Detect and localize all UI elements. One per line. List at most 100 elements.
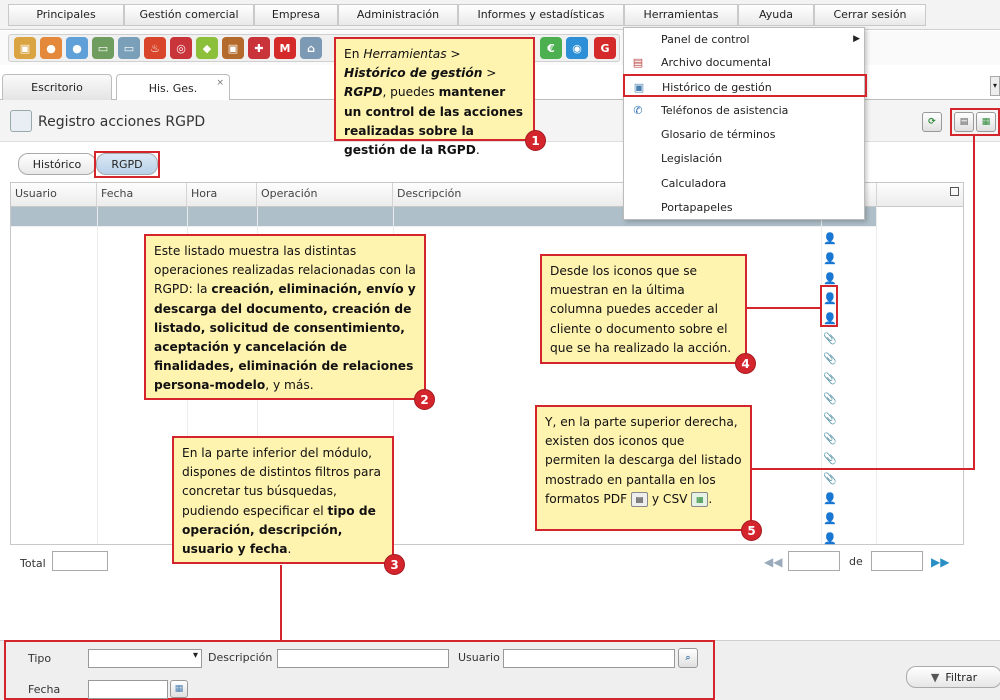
paperclip-icon[interactable]: 📎: [823, 413, 837, 425]
column-chooser-icon[interactable]: [950, 187, 959, 196]
connector-line-4: [745, 307, 821, 309]
connector-line-5: [750, 468, 974, 470]
note-text: creación, eliminación, envío y descarga …: [154, 282, 416, 393]
tab-label: His. Ges.: [148, 81, 198, 95]
person-icon[interactable]: 👤: [823, 533, 837, 545]
note-text: y CSV: [647, 491, 692, 506]
paperclip-icon[interactable]: 📎: [823, 473, 837, 485]
person-icon[interactable]: 👤: [823, 493, 837, 505]
menu-herramientas[interactable]: Herramientas: [624, 3, 738, 26]
descripcion-label: Descripción: [208, 651, 273, 664]
menu-item-panel-control[interactable]: Panel de control ▶: [624, 28, 866, 51]
chevron-down-icon: ▾: [192, 650, 198, 661]
last-page-icon[interactable]: ▶▶: [931, 555, 949, 569]
of-label: de: [849, 555, 863, 568]
column-hora[interactable]: Hora: [187, 183, 257, 207]
person-icon[interactable]: 👤: [823, 273, 837, 285]
close-icon[interactable]: ×: [216, 78, 224, 88]
chevron-down-icon[interactable]: ▾: [990, 76, 1000, 96]
menu-item-label: Legislación: [661, 152, 723, 165]
tag-icon[interactable]: ◆: [196, 37, 218, 59]
usuario-input[interactable]: [503, 649, 675, 668]
connector-line-5-vertical: [973, 134, 975, 470]
paperclip-icon[interactable]: 📎: [823, 373, 837, 385]
descripcion-input[interactable]: [277, 649, 449, 668]
paperclip-icon[interactable]: 📎: [823, 393, 837, 405]
connector-line-3: [280, 565, 282, 641]
paperclip-icon[interactable]: 📎: [823, 333, 837, 345]
menu-item-legislacion[interactable]: Legislación: [624, 147, 866, 170]
m-icon[interactable]: M: [274, 37, 296, 59]
menu-principales[interactable]: Principales: [8, 3, 124, 26]
column-fecha[interactable]: Fecha: [97, 183, 187, 207]
menu-item-label: Archivo documental: [661, 56, 771, 69]
menu-item-telefonos[interactable]: ✆ Teléfonos de asistencia: [624, 99, 866, 122]
person-icon[interactable]: 👤: [823, 253, 837, 265]
page-title: Registro acciones RGPD: [38, 114, 206, 130]
menu-item-portapapeles[interactable]: Portapapeles: [624, 196, 866, 219]
grid-divider: [97, 207, 98, 544]
column-usuario[interactable]: Usuario: [11, 183, 97, 207]
funnel-icon: ▼: [930, 670, 940, 684]
person-icon[interactable]: 👤: [823, 513, 837, 525]
filter-button-label: Filtrar: [945, 670, 978, 684]
annotation-5: Y, en la parte superior derecha, existen…: [535, 405, 752, 531]
menu-item-label: Calculadora: [661, 177, 727, 190]
menu-item-calculadora[interactable]: Calculadora: [624, 172, 866, 195]
first-page-icon[interactable]: ◀◀: [764, 555, 782, 569]
user-icon[interactable]: ●: [66, 37, 88, 59]
cube-icon[interactable]: ▣: [14, 37, 36, 59]
submenu-arrow-icon: ▶: [853, 34, 860, 44]
refresh-icon[interactable]: ⟳: [922, 112, 942, 132]
annotation-4: Desde los iconos que se muestran en la ú…: [540, 254, 747, 364]
euro-icon[interactable]: €: [540, 37, 562, 59]
note-text: , y más.: [265, 378, 314, 393]
menu-item-historico-gestion[interactable]: ▣ Histórico de gestión: [623, 74, 867, 97]
menu-cerrar-sesion[interactable]: Cerrar sesión: [814, 3, 926, 26]
filter-button[interactable]: ▼ Filtrar: [906, 666, 1000, 688]
tab-escritorio[interactable]: Escritorio: [2, 74, 112, 100]
menu-item-archivo-documental[interactable]: ▤ Archivo documental: [624, 51, 866, 74]
fire-icon[interactable]: ♨: [144, 37, 166, 59]
menu-item-label: Histórico de gestión: [662, 81, 772, 94]
people-icon[interactable]: ●: [40, 37, 62, 59]
house-icon[interactable]: ⌂: [300, 37, 322, 59]
target-icon[interactable]: ◎: [170, 37, 192, 59]
paperclip-icon[interactable]: 📎: [823, 353, 837, 365]
fecha-input[interactable]: [88, 680, 168, 699]
main-menu-bar: Principales Gestión comercial Empresa Ad…: [0, 0, 1000, 30]
step-badge-2: 2: [414, 389, 435, 410]
menu-informes[interactable]: Informes y estadísticas: [458, 3, 624, 26]
highlight-export-icons: [950, 108, 1000, 136]
person-icon[interactable]: 👤: [823, 233, 837, 245]
note-text: >: [482, 66, 497, 81]
subtab-historico[interactable]: Histórico: [18, 153, 96, 175]
menu-gestion-comercial[interactable]: Gestión comercial: [124, 3, 254, 26]
step-badge-5: 5: [741, 520, 762, 541]
gift-icon[interactable]: ✚: [248, 37, 270, 59]
briefcase-icon[interactable]: ▣: [222, 37, 244, 59]
column-operacion[interactable]: Operación: [257, 183, 393, 207]
page-field[interactable]: [788, 551, 840, 571]
tab-his-ges[interactable]: His. Ges. ×: [116, 74, 230, 101]
grid-divider: [876, 207, 877, 544]
page-count-field: [871, 551, 923, 571]
tipo-select[interactable]: ▾: [88, 649, 202, 668]
menu-administracion[interactable]: Administración: [338, 3, 458, 26]
card-icon[interactable]: ▭: [92, 37, 114, 59]
menu-item-glosario[interactable]: Glosario de términos: [624, 123, 866, 146]
paperclip-icon[interactable]: 📎: [823, 453, 837, 465]
annotation-3: En la parte inferior del módulo, dispone…: [172, 436, 394, 564]
note-text: , puedes: [382, 85, 439, 100]
screen-icon[interactable]: ▭: [118, 37, 140, 59]
calendar-icon[interactable]: ▦: [170, 680, 188, 698]
paperclip-icon[interactable]: 📎: [823, 433, 837, 445]
note-text: RGPD: [344, 85, 383, 100]
globe-icon[interactable]: ◉: [566, 37, 588, 59]
menu-ayuda[interactable]: Ayuda: [738, 3, 814, 26]
menu-item-label: Glosario de términos: [661, 128, 776, 141]
g-icon[interactable]: G: [594, 37, 616, 59]
search-icon[interactable]: ⌕: [678, 648, 698, 668]
menu-empresa[interactable]: Empresa: [254, 3, 338, 26]
herramientas-dropdown: Panel de control ▶ ▤ Archivo documental …: [623, 27, 867, 220]
